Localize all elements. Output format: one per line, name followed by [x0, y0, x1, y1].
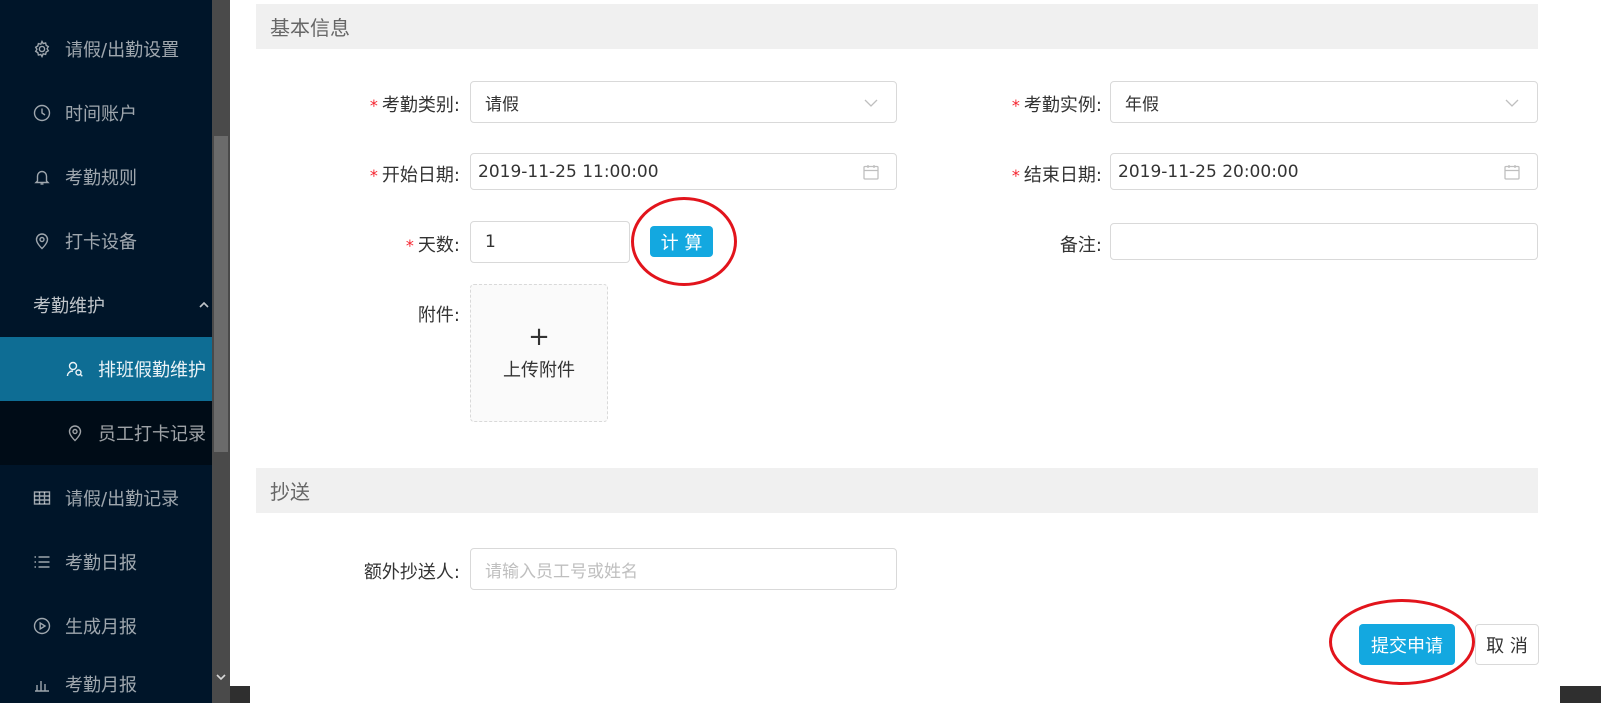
end-date-label: * 结束日期: [1012, 161, 1102, 187]
days-input[interactable]: 1 [470, 221, 630, 263]
upload-attachment-button[interactable]: + 上传附件 [470, 284, 608, 422]
chevron-down-icon[interactable] [215, 668, 227, 681]
leave-application-form: 基本信息 * 考勤类别: 请假 * 考勤实例: 年假 * 开始日期: 2019-11-… [230, 0, 1601, 703]
sidebar-item-time-account[interactable]: 时间账户 [0, 81, 212, 145]
user-search-icon [66, 360, 84, 378]
sidebar-item-label: 考勤规则 [65, 168, 137, 189]
section-cc: 抄送 [256, 468, 1538, 513]
location-icon [66, 424, 84, 442]
cancel-button[interactable]: 取 消 [1475, 624, 1539, 665]
calendar-icon [862, 163, 880, 181]
start-date-picker[interactable]: 2019-11-25 11:00:00 [470, 153, 897, 190]
required-mark: * [405, 236, 414, 255]
remark-input[interactable] [1110, 223, 1538, 260]
scrollbar-thumb[interactable] [214, 136, 228, 452]
label-text: 天数: [417, 235, 460, 256]
sidebar-item-label: 打卡设备 [65, 232, 137, 253]
attendance-instance-select[interactable]: 年假 [1110, 81, 1538, 123]
chevron-up-icon [198, 295, 210, 308]
label-text: 考勤类别: [381, 95, 460, 116]
bottom-scrollbar[interactable] [230, 686, 1601, 703]
clock-icon [33, 104, 51, 122]
submit-button[interactable]: 提交申请 [1359, 624, 1455, 665]
date-value: 2019-11-25 11:00:00 [478, 161, 659, 182]
calendar-icon [1503, 163, 1521, 181]
required-mark: * [1011, 96, 1020, 115]
attendance-instance-label: * 考勤实例: [1012, 91, 1102, 117]
sidebar: 请假/出勤设置 时间账户 考勤规则 打卡设备 考勤维护 排班假勤维护 员工打卡记… [0, 0, 212, 703]
start-date-label: * 开始日期: [370, 161, 460, 187]
label-text: 结束日期: [1023, 165, 1102, 186]
sidebar-scrollbar[interactable] [212, 0, 230, 703]
gear-icon [33, 40, 51, 58]
sidebar-item-monthly-report[interactable]: 考勤月报 [0, 652, 212, 703]
calculate-button[interactable]: 计 算 [650, 226, 713, 257]
attendance-type-select[interactable]: 请假 [470, 81, 897, 123]
sidebar-item-label: 生成月报 [65, 617, 137, 638]
chart-icon [33, 675, 51, 693]
chevron-down-icon [1503, 94, 1521, 112]
sidebar-group-label: 考勤维护 [33, 296, 105, 317]
sidebar-item-daily-report[interactable]: 考勤日报 [0, 530, 212, 594]
days-label: * 天数: [406, 231, 460, 257]
select-value: 年假 [1125, 94, 1159, 115]
location-icon [33, 232, 51, 250]
remark-label: 备注: [1059, 235, 1102, 256]
bell-icon [33, 168, 51, 186]
cc-person-label: 额外抄送人: [363, 562, 460, 583]
required-mark: * [369, 166, 378, 185]
label-text: 考勤实例: [1023, 95, 1102, 116]
sidebar-item-clock-devices[interactable]: 打卡设备 [0, 209, 212, 273]
sidebar-item-leave-settings[interactable]: 请假/出勤设置 [0, 17, 212, 81]
sidebar-item-attendance-rules[interactable]: 考勤规则 [0, 145, 212, 209]
sidebar-item-generate-monthly[interactable]: 生成月报 [0, 594, 212, 658]
label-text: 开始日期: [381, 165, 460, 186]
attendance-type-label: * 考勤类别: [370, 91, 460, 117]
sidebar-item-shift-leave-maintenance[interactable]: 排班假勤维护 [0, 337, 212, 401]
sidebar-item-label: 时间账户 [65, 104, 137, 125]
table-icon [33, 489, 51, 507]
required-mark: * [369, 96, 378, 115]
sidebar-item-label: 排班假勤维护 [98, 360, 206, 381]
sidebar-item-leave-records[interactable]: 请假/出勤记录 [0, 466, 212, 530]
bottom-scrollbar-track [250, 686, 1560, 703]
input-placeholder: 请输入员工号或姓名 [485, 561, 638, 582]
section-basic-info: 基本信息 [256, 4, 1538, 49]
select-value: 请假 [485, 94, 519, 115]
input-value: 1 [485, 232, 496, 252]
sidebar-item-label: 员工打卡记录 [98, 424, 206, 445]
end-date-picker[interactable]: 2019-11-25 20:00:00 [1110, 153, 1538, 190]
sidebar-item-label: 请假/出勤记录 [65, 489, 180, 510]
play-circle-icon [33, 617, 51, 635]
sidebar-item-label: 请假/出勤设置 [65, 40, 180, 61]
sidebar-item-label: 考勤月报 [65, 675, 137, 696]
sidebar-group-attendance-maintenance[interactable]: 考勤维护 [0, 273, 212, 337]
required-mark: * [1011, 166, 1020, 185]
cc-person-input[interactable]: 请输入员工号或姓名 [470, 548, 897, 590]
chevron-down-icon [862, 94, 880, 112]
upload-text: 上传附件 [503, 360, 575, 381]
list-icon [33, 553, 51, 571]
sidebar-item-label: 考勤日报 [65, 553, 137, 574]
sidebar-item-employee-clock-records[interactable]: 员工打卡记录 [0, 401, 212, 465]
date-value: 2019-11-25 20:00:00 [1118, 161, 1299, 182]
plus-icon: + [528, 322, 550, 352]
attachment-label: 附件: [417, 305, 460, 326]
